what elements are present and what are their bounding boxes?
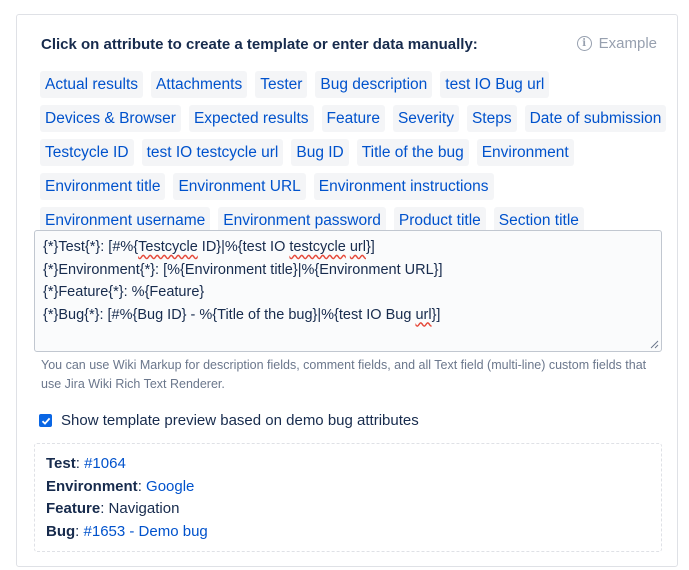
preview-label: Feature [46, 500, 101, 517]
attribute-chip[interactable]: Bug ID [291, 139, 349, 166]
attribute-chip[interactable]: test IO Bug url [440, 71, 550, 98]
preview-label: Test [46, 455, 76, 472]
preview-label: Bug [46, 522, 76, 540]
attribute-chip[interactable]: Expected results [188, 105, 314, 132]
attribute-chip[interactable]: Environment URL [173, 173, 306, 200]
template-card: Click on attribute to create a template … [16, 14, 678, 567]
attribute-chip[interactable]: test IO testcycle url [141, 139, 284, 166]
preview-toggle[interactable]: Show template preview based on demo bug … [39, 412, 419, 429]
preview-link[interactable]: Google [146, 478, 194, 495]
attribute-chip[interactable]: Steps [466, 105, 517, 132]
attribute-chip[interactable]: Attachments [151, 71, 248, 98]
example-link[interactable]: i Example [576, 35, 657, 52]
checkmark-icon [41, 417, 50, 425]
wiki-markup-hint: You can use Wiki Markup for description … [41, 358, 647, 391]
attribute-chip[interactable]: Testcycle ID [40, 139, 134, 166]
attribute-chip[interactable]: Feature [321, 105, 385, 132]
attribute-chip[interactable]: Devices & Browser [40, 105, 181, 132]
preview-label: Environment [46, 477, 138, 495]
template-textarea[interactable]: {*}Test{*}: [#%{Testcycle ID}|%{test IO … [34, 230, 662, 352]
preview-row: Test: #1064 [46, 455, 126, 472]
attribute-chip[interactable]: Environment instructions [313, 173, 494, 200]
preview-checkbox[interactable] [39, 414, 52, 427]
template-line: {*}Test{*}: [#%{Testcycle ID}|%{test IO … [43, 239, 375, 255]
preview-row: Feature: Navigation [46, 500, 180, 517]
attribute-chip[interactable]: Severity [392, 105, 459, 132]
attribute-chip[interactable]: Environment [476, 139, 574, 166]
preview-row: Bug: #1653 - Demo bug [46, 522, 208, 540]
attribute-chip[interactable]: Title of the bug [356, 139, 469, 166]
attribute-chip[interactable]: Bug description [315, 71, 433, 98]
preview-link[interactable]: #1064 [84, 455, 126, 472]
template-line: {*}Environment{*}: [%{Environment title}… [43, 261, 443, 278]
template-line: {*}Bug{*}: [#%{Bug ID} - %{Title of the … [43, 306, 441, 323]
template-line: {*}Feature{*}: %{Feature} [43, 284, 205, 300]
attribute-chip[interactable]: Actual results [40, 71, 144, 98]
resize-handle-icon[interactable] [649, 339, 659, 349]
preview-link[interactable]: #1653 - Demo bug [84, 523, 208, 540]
attribute-chip[interactable]: Tester [255, 71, 308, 98]
attribute-chips: Actual results Attachments Tester Bug descr… [40, 71, 670, 234]
preview-row: Environment: Google [46, 477, 195, 495]
template-preview: Test: #1064 Environment: Google Feature: N… [34, 443, 662, 552]
preview-toggle-label: Show template preview based on demo bug … [61, 412, 419, 429]
instructions-heading: Click on attribute to create a template … [41, 36, 478, 53]
example-label: Example [598, 35, 657, 52]
preview-value: Navigation [108, 500, 180, 517]
info-icon: i [576, 36, 592, 51]
attribute-chip[interactable]: Environment title [40, 173, 166, 200]
attribute-chip[interactable]: Date of submission [524, 105, 667, 132]
